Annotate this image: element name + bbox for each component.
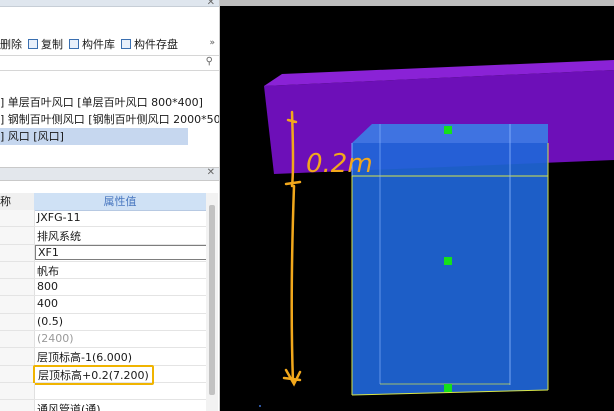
properties-header: ✕	[0, 167, 219, 181]
axis-dot	[259, 405, 261, 407]
row-value: 排风系统	[37, 230, 81, 244]
row-value: (2400)	[37, 332, 74, 346]
library-button[interactable]: 构件库	[69, 36, 115, 52]
row-key	[0, 296, 35, 313]
row-value-highlighted: 层顶标高+0.2(7.200)	[33, 364, 154, 385]
row-key	[0, 400, 35, 411]
search-icon[interactable]: ⚲	[206, 56, 213, 67]
copy-icon	[28, 39, 38, 49]
tree-item-label: ] 单层百叶风口 [单层百叶风口 800*400]	[0, 96, 203, 109]
table-row[interactable]: (0.5)	[0, 313, 206, 332]
search-input[interactable]: ⚲	[0, 55, 219, 71]
row-value-edit-field[interactable]: XF1	[35, 244, 207, 260]
row-key	[0, 331, 35, 348]
properties-rows: JXFG-11 排风系统 XF1 帆布 800 400 (0.5) (2400)…	[0, 210, 207, 411]
save-icon	[121, 39, 131, 49]
tree-item-label: ] 钢制百叶侧风口 [钢制百叶侧风口 2000*500]	[0, 113, 220, 126]
row-value: 通风管道(通)	[37, 403, 101, 411]
table-row[interactable]: 通风管道(通)	[0, 400, 206, 411]
row-key	[0, 313, 35, 331]
save-label: 构件存盘	[134, 38, 178, 51]
row-key	[0, 244, 35, 261]
grip-point-middle[interactable]	[444, 257, 452, 265]
row-value: 层顶标高-1(6.000)	[37, 351, 133, 365]
panel-top-strip: ✕	[0, 0, 219, 8]
duct-front-face[interactable]	[352, 143, 548, 395]
annotation-text: 0.2m	[306, 149, 373, 179]
column-name-header: 称	[0, 193, 34, 211]
close-icon[interactable]: ✕	[207, 0, 215, 8]
table-row[interactable]: 排风系统	[0, 227, 206, 245]
grip-point-bottom[interactable]	[444, 384, 452, 392]
row-key	[0, 227, 35, 244]
component-toolbar: 删除 复制 构件库 构件存盘	[0, 34, 219, 54]
tree-item-selected[interactable]: ] 风口 [风口]	[0, 128, 188, 145]
properties-scrollbar[interactable]	[206, 193, 218, 411]
row-value: 帆布	[37, 264, 59, 278]
copy-label: 复制	[41, 38, 63, 51]
3d-viewport[interactable]: 0.2m	[220, 0, 614, 411]
column-value-header: 属性值	[34, 193, 206, 211]
tree-item[interactable]: ] 钢制百叶侧风口 [钢制百叶侧风口 2000*500]	[0, 111, 219, 128]
library-label: 构件库	[82, 38, 115, 51]
row-key	[0, 261, 35, 279]
table-row[interactable]: 层顶标高+0.2(7.200)	[0, 364, 206, 385]
row-value: 400	[37, 297, 58, 311]
row-key	[0, 365, 35, 382]
table-row[interactable]: (2400)	[0, 331, 206, 349]
component-panel: ✕ 删除 复制 构件库 构件存盘 » ⚲ ] 单层百叶风口 [单层百叶风口 80…	[0, 0, 220, 411]
table-row[interactable]: 800	[0, 279, 206, 297]
row-value: (0.5)	[37, 314, 64, 328]
chevron-right-icon[interactable]: »	[209, 38, 215, 48]
table-row[interactable]: 帆布	[0, 261, 206, 280]
row-key	[0, 382, 35, 400]
save-component-button[interactable]: 构件存盘	[121, 36, 178, 52]
table-row[interactable]: 400	[0, 296, 206, 314]
row-key	[0, 279, 35, 296]
row-value: 800	[37, 280, 58, 294]
tree-item[interactable]: ] 单层百叶风口 [单层百叶风口 800*400]	[0, 94, 219, 111]
component-tree: ] 单层百叶风口 [单层百叶风口 800*400] ] 钢制百叶侧风口 [钢制百…	[0, 74, 219, 145]
copy-button[interactable]: 复制	[28, 36, 63, 52]
grip-point-top[interactable]	[444, 126, 452, 134]
row-key	[0, 210, 35, 227]
properties-column-header: 称 属性值	[0, 193, 206, 211]
delete-label: 删除	[0, 38, 22, 51]
close-icon[interactable]: ✕	[207, 168, 215, 178]
3d-scene: 0.2m	[259, 60, 614, 407]
row-value: JXFG-11	[37, 211, 81, 224]
scrollbar-thumb[interactable]	[209, 205, 215, 395]
table-row[interactable]	[0, 382, 206, 401]
table-row[interactable]: XF1	[0, 244, 207, 262]
table-row[interactable]: JXFG-11	[0, 210, 206, 228]
tree-item-label: ] 风口 [风口]	[0, 130, 64, 143]
library-icon	[69, 39, 79, 49]
row-key	[0, 348, 35, 365]
table-row[interactable]: 层顶标高-1(6.000)	[0, 348, 206, 366]
delete-button[interactable]: 删除	[0, 36, 22, 52]
